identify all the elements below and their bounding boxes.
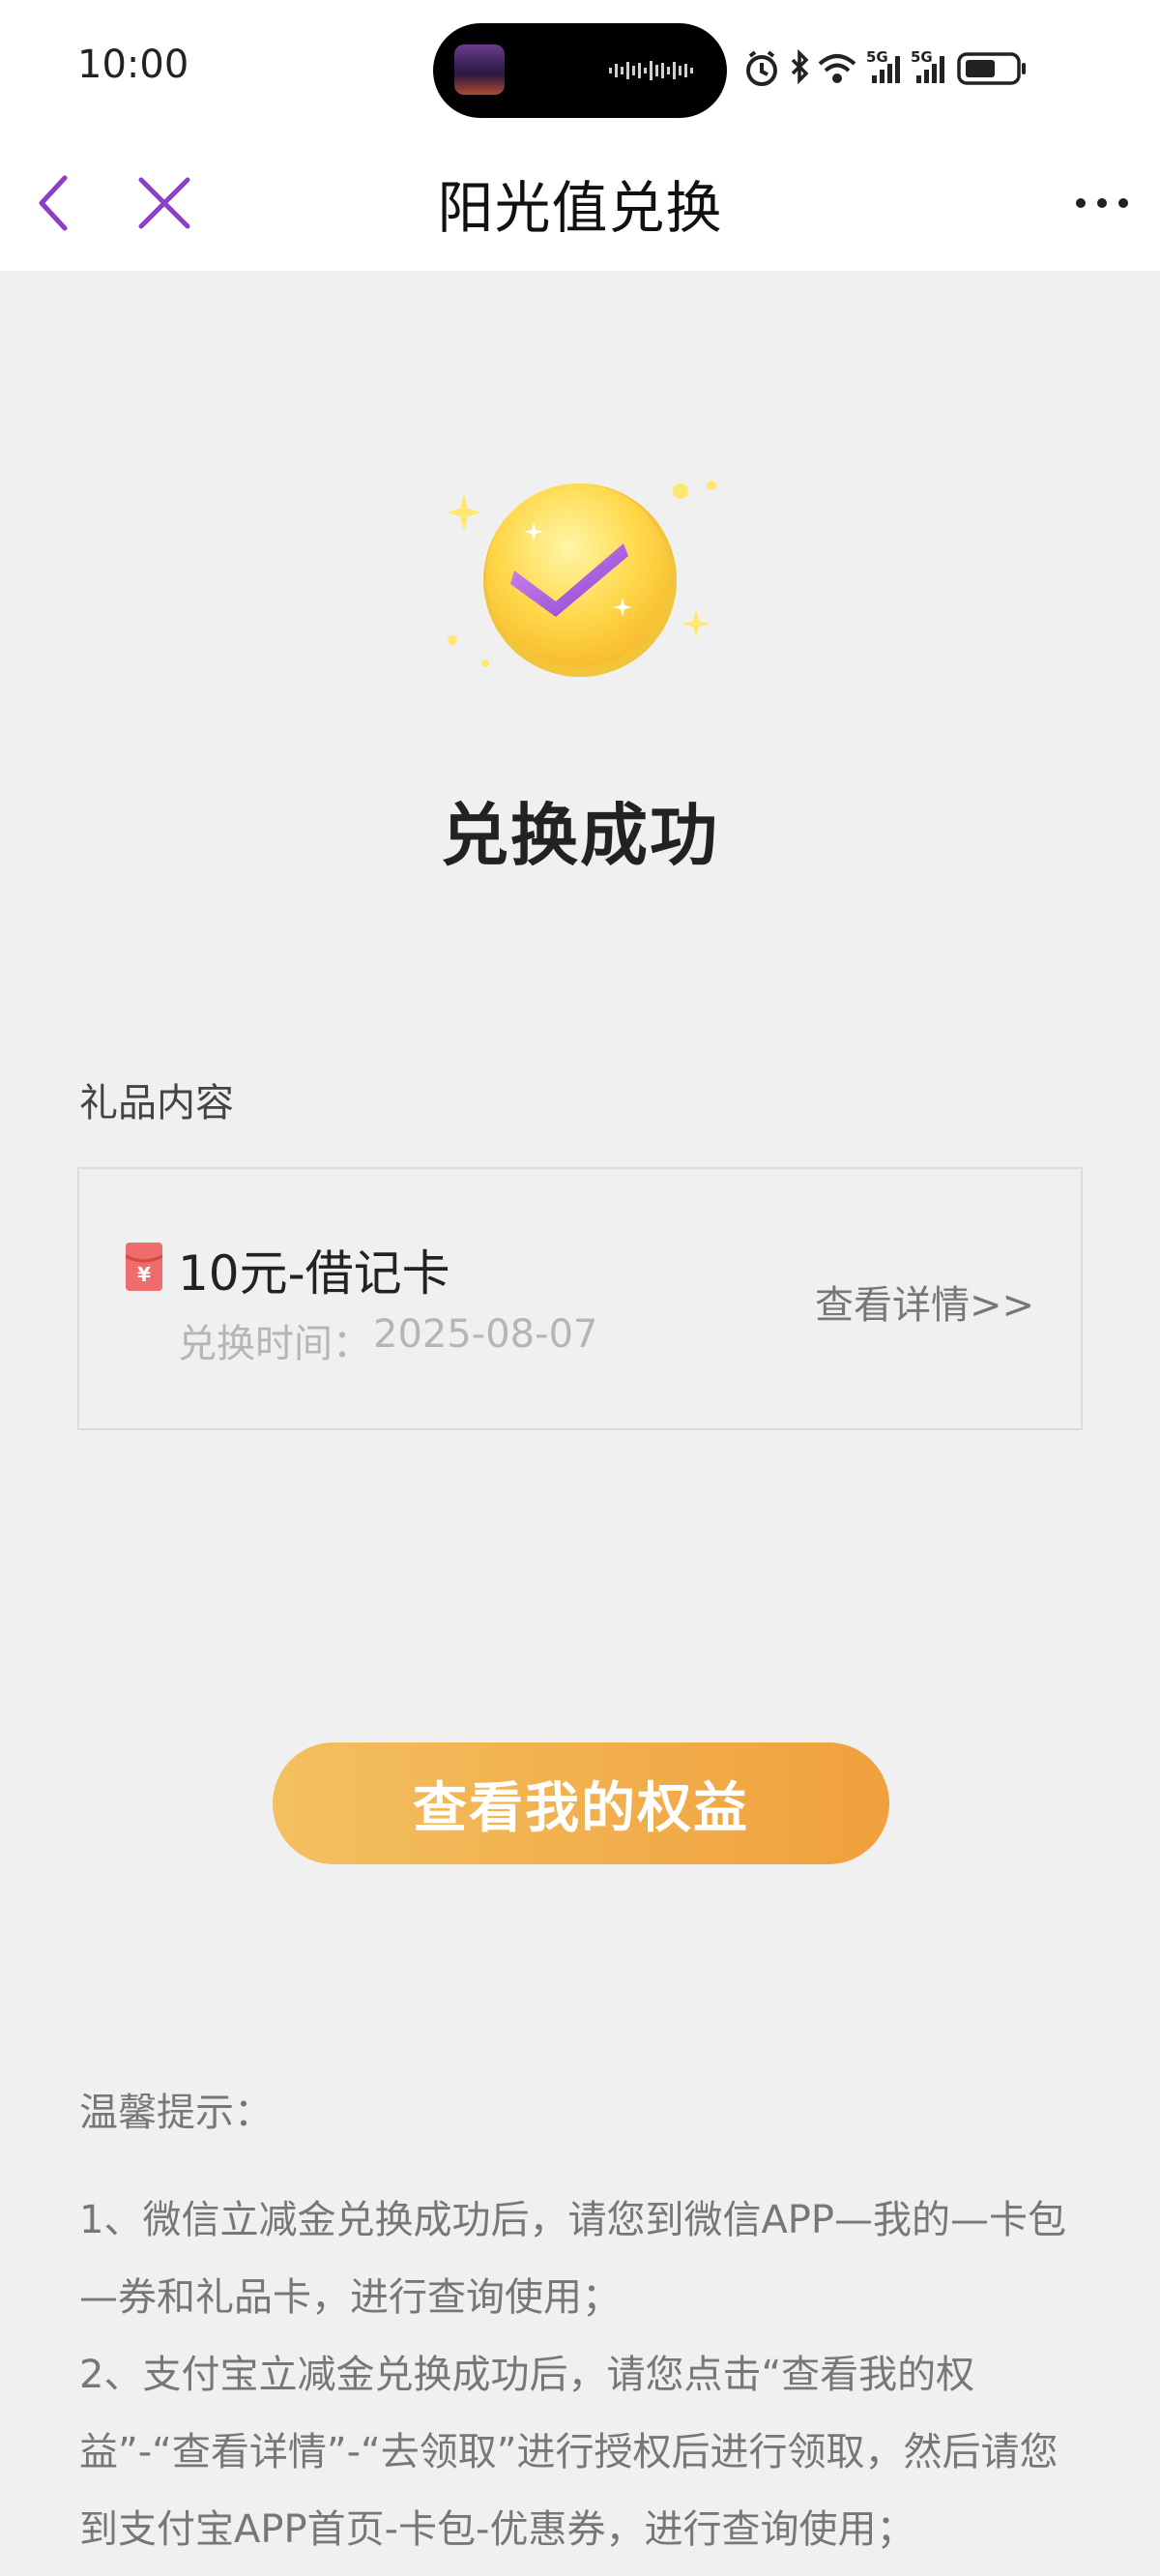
status-time: 10:00 bbox=[77, 43, 189, 87]
view-details-link[interactable]: 查看详情>> bbox=[815, 1273, 1034, 1330]
tip-item: 2、支付宝立减金兑换成功后，请您点击“查看我的权益”-“查看详情”-“去领取”进… bbox=[79, 2353, 1058, 2552]
network-label: 5G bbox=[911, 48, 933, 66]
signal-5g-icon: 5G bbox=[911, 48, 944, 83]
dynamic-island[interactable] bbox=[433, 23, 727, 118]
audio-wave-icon bbox=[609, 61, 693, 80]
gift-section-label: 礼品内容 bbox=[79, 1081, 234, 1126]
page-title: 阳光值兑换 bbox=[437, 175, 723, 241]
bluetooth-icon bbox=[791, 48, 809, 85]
wifi-icon bbox=[818, 54, 856, 83]
alarm-icon bbox=[746, 50, 777, 86]
tips-list: 1、微信立减金兑换成功后，请您到微信APP—我的—卡包—券和礼品卡，进行查询使用… bbox=[79, 2181, 1081, 2568]
signal-5g-icon: 5G bbox=[866, 48, 900, 83]
tip-item: 1、微信立减金兑换成功后，请您到微信APP—我的—卡包—券和礼品卡，进行查询使用… bbox=[79, 2198, 1067, 2320]
media-artwork-icon bbox=[454, 44, 505, 95]
view-my-benefits-button[interactable]: 查看我的权益 bbox=[273, 1742, 889, 1864]
status-bar: 10:00 5G 5G bbox=[0, 0, 1160, 135]
battery-icon bbox=[957, 52, 1026, 85]
success-check-coin-icon bbox=[447, 481, 716, 677]
gift-card[interactable]: ¥ 10元-借记卡 兑换时间： 2025-08-07 查看详情>> bbox=[77, 1167, 1083, 1430]
more-button[interactable] bbox=[1063, 164, 1141, 242]
red-packet-icon: ¥ bbox=[126, 1243, 162, 1291]
exchange-time-label: 兑换时间： bbox=[178, 1322, 371, 1366]
status-icons: 5G 5G bbox=[746, 48, 1026, 86]
gift-name: 10元-借记卡 bbox=[178, 1245, 450, 1302]
network-label: 5G bbox=[866, 48, 888, 66]
svg-text:¥: ¥ bbox=[137, 1263, 151, 1286]
tips-title: 温馨提示： bbox=[79, 2091, 273, 2135]
more-icon bbox=[1076, 198, 1128, 208]
result-title: 兑换成功 bbox=[441, 796, 719, 875]
exchange-time-value: 2025-08-07 bbox=[373, 1312, 598, 1357]
nav-bar: 阳光值兑换 bbox=[0, 135, 1160, 271]
